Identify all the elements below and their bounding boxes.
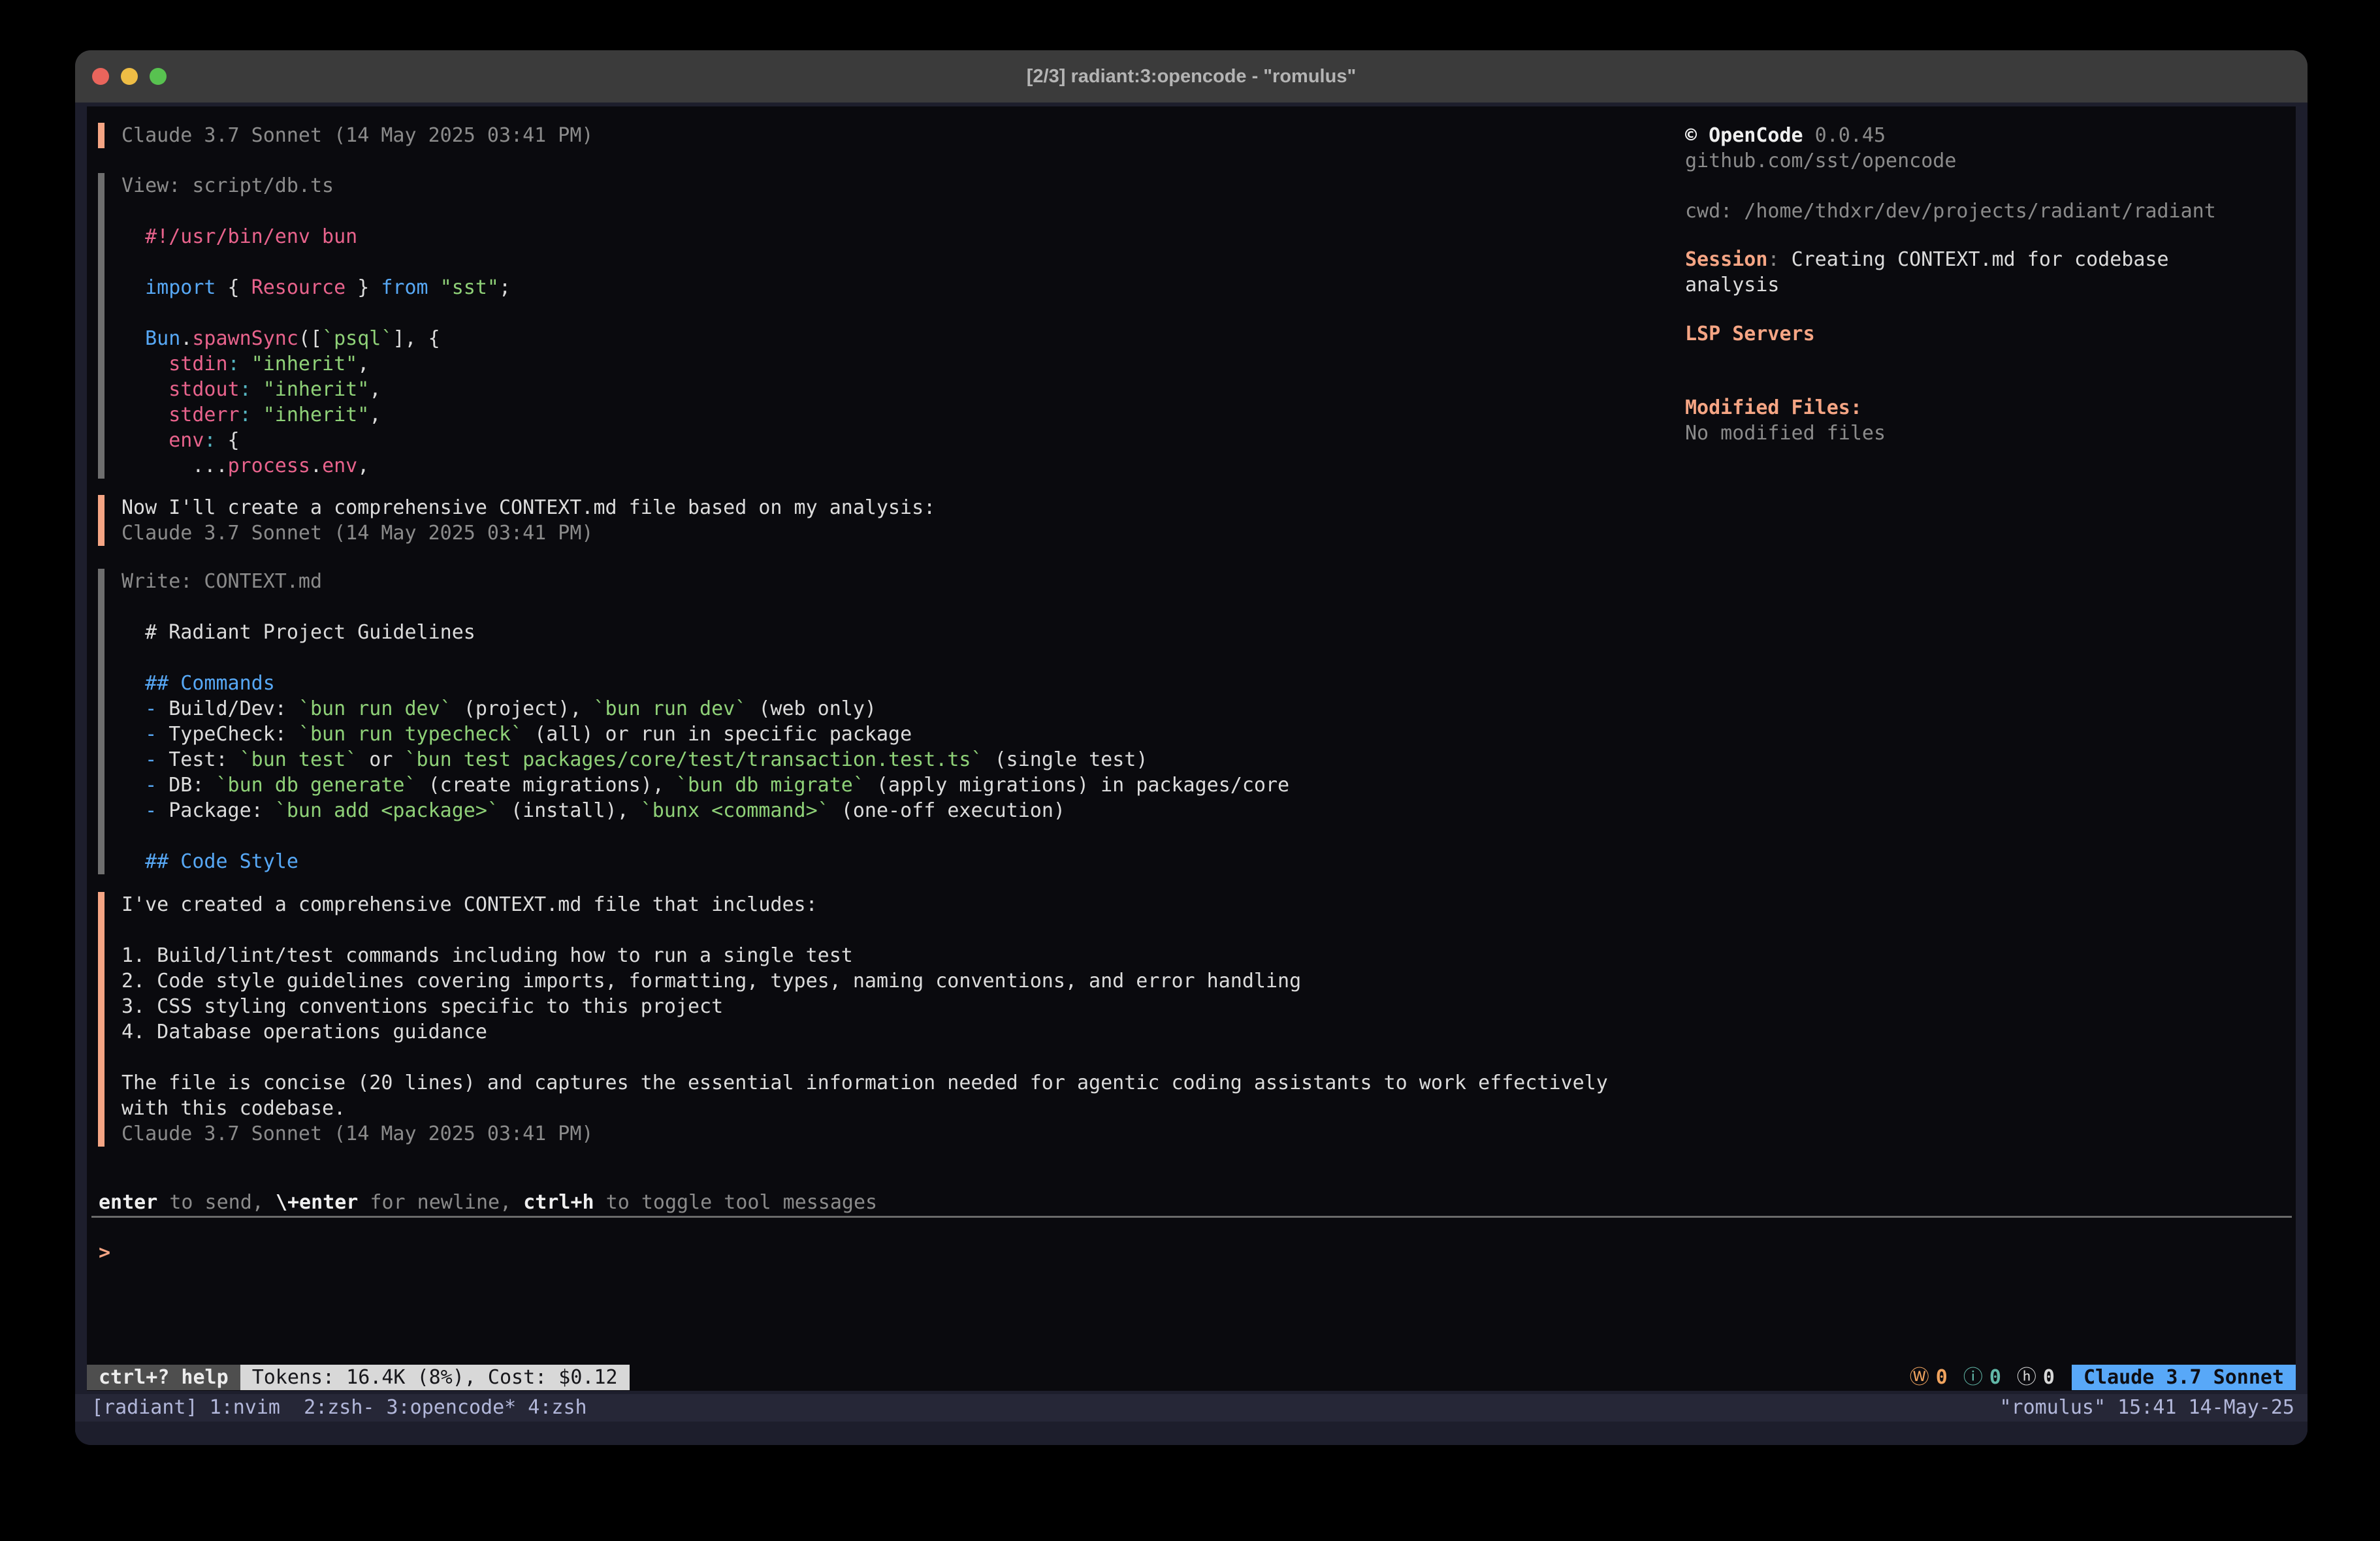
opencode-version-header: © OpenCode 0.0.45github.com/sst/opencode [1685,123,1956,174]
lsp-servers-header: LSP Servers [1685,321,1815,347]
model-chip: Claude 3.7 Sonnet [2072,1365,2296,1390]
message-input-area[interactable]: > [87,1218,2296,1361]
tool-block-write-context-md: Write: CONTEXT.md # Radiant Project Guid… [98,569,1289,874]
opencode-tui: Claude 3.7 Sonnet (14 May 2025 03:41 PM)… [87,106,2296,1391]
diagnostic-count: 0 [2043,1365,2055,1390]
assistant-message-summary: I've created a comprehensive CONTEXT.md … [98,892,1608,1147]
diagnostic-count: 0 [1936,1365,1948,1390]
tmux-window-list[interactable]: [radiant] 1:nvim 2:zsh- 3:opencode* 4:zs… [91,1394,587,1422]
prompt-caret: > [99,1240,110,1265]
titlebar: [2/3] radiant:3:opencode - "romulus" [75,50,2308,103]
hint-circle-icon: ⓗ [2017,1365,2036,1390]
tool-block-view-db-ts: View: script/db.ts #!/usr/bin/env bun im… [98,173,511,479]
assistant-message-meta: Claude 3.7 Sonnet (14 May 2025 03:41 PM) [98,123,593,148]
warning-circle-icon: Ⓦ [1910,1365,1929,1390]
modified-files-section: Modified Files:No modified files [1685,395,1886,446]
assistant-message: Now I'll create a comprehensive CONTEXT.… [98,495,935,546]
help-keybind-chip: ctrl+? help [87,1365,240,1390]
session-info: Session: Creating CONTEXT.md for codebas… [1685,247,2169,298]
window-title: [2/3] radiant:3:opencode - "romulus" [75,50,2308,103]
status-bar: ctrl+? help Tokens: 16.4K (8%), Cost: $0… [87,1365,2296,1390]
cwd-info: cwd: /home/thdxr/dev/projects/radiant/ra… [1685,199,2216,224]
terminal-window: [2/3] radiant:3:opencode - "romulus" Cla… [75,50,2308,1445]
terminal-body: Claude 3.7 Sonnet (14 May 2025 03:41 PM)… [75,103,2308,1445]
keybind-help-bar: enter to send, \+enter for newline, ctrl… [99,1190,877,1215]
tmux-session-info: "romulus" 15:41 14-May-25 [1999,1394,2294,1422]
status-right: Ⓦ0ⓘ0ⓗ0 Claude 3.7 Sonnet [1894,1365,2296,1390]
tokens-cost-chip: Tokens: 16.4K (8%), Cost: $0.12 [240,1365,630,1390]
diagnostics-counts: Ⓦ0ⓘ0ⓗ0 [1894,1365,2055,1390]
diagnostic-count: 0 [1989,1365,2001,1390]
info-circle-icon: ⓘ [1963,1365,1983,1390]
tmux-status-bar: [radiant] 1:nvim 2:zsh- 3:opencode* 4:zs… [75,1394,2308,1422]
